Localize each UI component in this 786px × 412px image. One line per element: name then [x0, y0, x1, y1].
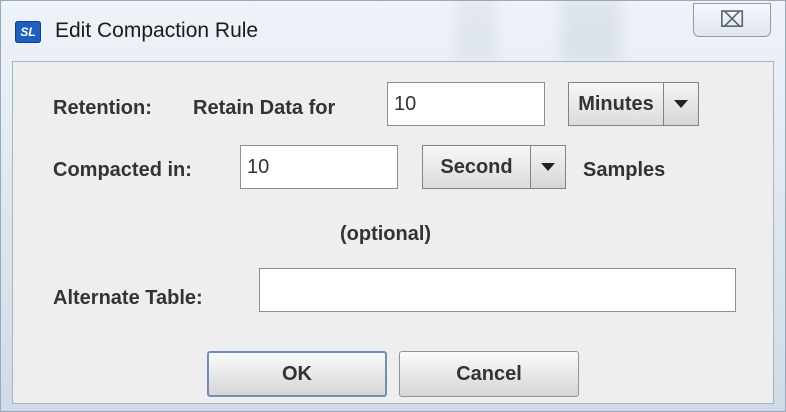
- cancel-button[interactable]: Cancel: [399, 351, 579, 397]
- compaction-unit-value: Second: [440, 155, 513, 178]
- close-button[interactable]: ⌧: [693, 3, 771, 37]
- optional-note: (optional): [340, 223, 432, 245]
- app-logo-icon: SL: [15, 21, 41, 43]
- retain-data-label: Retain Data for: [193, 97, 336, 119]
- dialog-content: Retention: Retain Data for 10 Minutes Co…: [12, 61, 774, 404]
- retention-unit-select[interactable]: Minutes: [568, 82, 699, 126]
- alternate-table-label: Alternate Table:: [53, 287, 203, 309]
- retention-value-input[interactable]: 10: [387, 82, 545, 126]
- chevron-down-icon: [674, 100, 688, 108]
- compacted-in-label: Compacted in:: [53, 159, 192, 181]
- samples-label: Samples: [583, 159, 666, 181]
- compaction-unit-select[interactable]: Second: [422, 145, 566, 189]
- title-bar[interactable]: SL Edit Compaction Rule ⌧: [1, 1, 786, 61]
- retention-label: Retention:: [53, 97, 152, 119]
- alternate-table-input[interactable]: [259, 268, 736, 312]
- compaction-value-input[interactable]: 10: [240, 145, 398, 189]
- ok-button[interactable]: OK: [207, 351, 387, 397]
- dropdown-arrow[interactable]: [530, 146, 565, 188]
- close-icon: ⌧: [719, 7, 745, 32]
- retention-unit-value: Minutes: [578, 92, 654, 115]
- chevron-down-icon: [541, 163, 555, 171]
- dropdown-arrow[interactable]: [663, 83, 698, 125]
- window-title: Edit Compaction Rule: [55, 19, 259, 42]
- dialog-window: SL Edit Compaction Rule ⌧ Retention: Ret…: [0, 0, 786, 412]
